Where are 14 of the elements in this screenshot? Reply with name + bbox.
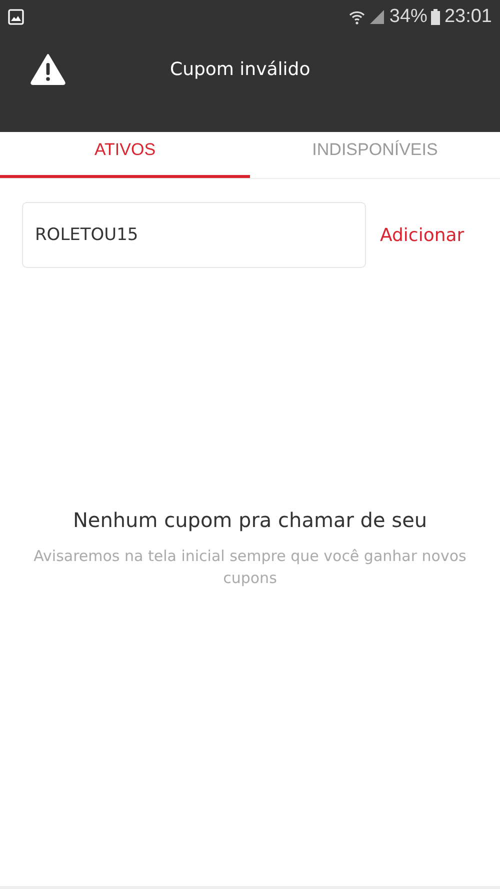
tab[interactable]: ATIVOS bbox=[0, 132, 250, 178]
coupon-input[interactable]: ROLETOU15 bbox=[22, 202, 366, 268]
signal-icon bbox=[369, 9, 386, 25]
clock: 23:01 bbox=[444, 6, 492, 28]
wifi-icon bbox=[349, 9, 366, 25]
battery-percent: 34% bbox=[389, 6, 428, 28]
warning-icon bbox=[30, 53, 66, 85]
add-button[interactable]: Adicionar bbox=[380, 224, 464, 246]
toast-title: Cupom inválido bbox=[170, 58, 310, 80]
battery-icon bbox=[431, 9, 440, 25]
empty-title: Nenhum cupom pra chamar de seu bbox=[72, 508, 428, 532]
image-icon bbox=[8, 9, 24, 25]
tab[interactable]: INDISPONÍVEIS bbox=[250, 132, 500, 178]
empty-message: Avisaremos na tela inicial sempre que você ganhar novos cupons bbox=[32, 546, 468, 589]
